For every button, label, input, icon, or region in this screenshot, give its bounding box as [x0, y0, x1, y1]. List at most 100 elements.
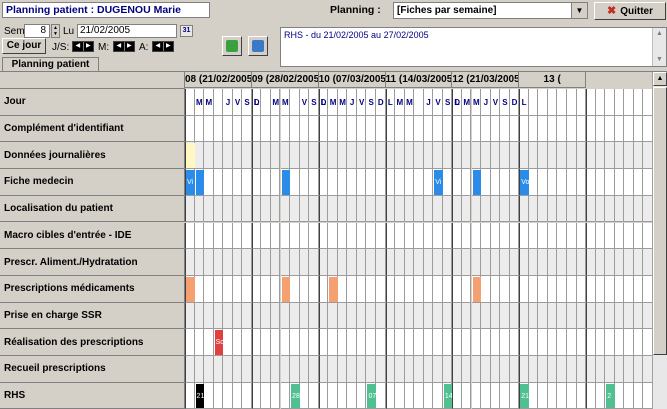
- day-cell[interactable]: [356, 329, 367, 356]
- day-cell[interactable]: [270, 195, 281, 223]
- week-header[interactable]: 11 (14/03/2005): [385, 72, 453, 88]
- day-cell[interactable]: [270, 329, 281, 356]
- day-cell[interactable]: [481, 382, 491, 409]
- planning-entry[interactable]: [329, 276, 338, 302]
- day-cell[interactable]: [538, 195, 548, 223]
- day-cell[interactable]: [547, 195, 558, 223]
- day-cell[interactable]: [299, 249, 310, 276]
- planning-entry[interactable]: [186, 143, 195, 169]
- day-cell[interactable]: [414, 169, 424, 196]
- day-cell[interactable]: [309, 302, 319, 330]
- day-cell[interactable]: [223, 329, 233, 356]
- day-cell[interactable]: [595, 115, 606, 143]
- day-cell[interactable]: [347, 249, 357, 276]
- day-cell[interactable]: [385, 275, 396, 303]
- day-cell[interactable]: [557, 302, 567, 330]
- week-header[interactable]: 10 (07/03/2005): [318, 72, 386, 88]
- day-cell[interactable]: [557, 142, 567, 170]
- day-cell[interactable]: [433, 329, 443, 356]
- day-cell[interactable]: [624, 249, 634, 276]
- day-cell[interactable]: [261, 195, 271, 223]
- day-cell[interactable]: [242, 356, 252, 383]
- day-cell[interactable]: [242, 222, 252, 250]
- day-cell[interactable]: [423, 249, 434, 276]
- day-cell[interactable]: [567, 356, 577, 383]
- day-cell[interactable]: [251, 382, 262, 409]
- day-cell[interactable]: [251, 302, 262, 330]
- day-cell[interactable]: [595, 142, 606, 170]
- day-cell[interactable]: [318, 195, 329, 223]
- day-cell[interactable]: [461, 275, 472, 303]
- day-cell[interactable]: [299, 115, 310, 143]
- day-cell[interactable]: [538, 302, 548, 330]
- day-cell[interactable]: [261, 275, 271, 303]
- day-cell[interactable]: [624, 89, 634, 116]
- day-cell[interactable]: [509, 195, 520, 223]
- day-cell[interactable]: [385, 382, 396, 409]
- day-cell[interactable]: [194, 222, 205, 250]
- day-cell[interactable]: [471, 302, 482, 330]
- day-cell[interactable]: [423, 275, 434, 303]
- day-cell[interactable]: [242, 329, 252, 356]
- day-cell[interactable]: [356, 302, 367, 330]
- day-cell[interactable]: [337, 382, 348, 409]
- day-cell[interactable]: [471, 222, 482, 250]
- day-cell[interactable]: [337, 356, 348, 383]
- day-cell[interactable]: [614, 329, 625, 356]
- day-cell[interactable]: [576, 89, 587, 116]
- day-cell[interactable]: [232, 142, 243, 170]
- day-cell[interactable]: [395, 169, 405, 196]
- prev-icon[interactable]: ◀: [153, 42, 164, 51]
- day-cell[interactable]: [204, 169, 214, 196]
- day-cell[interactable]: [270, 302, 281, 330]
- day-cell[interactable]: [481, 275, 491, 303]
- day-cell[interactable]: [404, 356, 415, 383]
- day-cell[interactable]: [423, 195, 434, 223]
- prev-icon[interactable]: ◀: [73, 42, 84, 51]
- day-cell[interactable]: [366, 195, 376, 223]
- day-cell[interactable]: [366, 329, 376, 356]
- day-cell[interactable]: [299, 382, 310, 409]
- day-cell[interactable]: [290, 302, 300, 330]
- day-cell[interactable]: [280, 115, 291, 143]
- day-cell[interactable]: [605, 89, 615, 116]
- day-cell[interactable]: [404, 169, 415, 196]
- day-cell[interactable]: [328, 382, 338, 409]
- day-cell[interactable]: [586, 302, 596, 330]
- day-cell[interactable]: [376, 169, 386, 196]
- day-cell[interactable]: [232, 329, 243, 356]
- day-cell[interactable]: [481, 302, 491, 330]
- day-cell[interactable]: [280, 329, 291, 356]
- day-cell[interactable]: [576, 329, 587, 356]
- day-cell[interactable]: [414, 275, 424, 303]
- day-cell[interactable]: [242, 142, 252, 170]
- day-cell[interactable]: [376, 275, 386, 303]
- day-cell[interactable]: [251, 329, 262, 356]
- day-cell[interactable]: [261, 382, 271, 409]
- rhs-scrollbar[interactable]: ▲ ▼: [652, 28, 666, 66]
- day-cell[interactable]: [624, 382, 634, 409]
- day-cell[interactable]: [414, 302, 424, 330]
- day-cell[interactable]: [423, 329, 434, 356]
- day-cell[interactable]: [337, 195, 348, 223]
- day-cell[interactable]: [404, 222, 415, 250]
- day-cell[interactable]: [194, 356, 205, 383]
- day-cell[interactable]: [404, 195, 415, 223]
- day-cell[interactable]: [356, 115, 367, 143]
- day-cell[interactable]: [423, 169, 434, 196]
- day-cell[interactable]: [270, 382, 281, 409]
- day-cell[interactable]: [481, 195, 491, 223]
- day-cell[interactable]: [490, 302, 501, 330]
- day-cell[interactable]: [567, 249, 577, 276]
- day-cell[interactable]: [528, 302, 539, 330]
- day-cell[interactable]: [204, 222, 214, 250]
- day-cell[interactable]: [490, 169, 501, 196]
- day-cell[interactable]: [261, 302, 271, 330]
- day-cell[interactable]: [213, 275, 224, 303]
- day-cell[interactable]: [290, 169, 300, 196]
- day-cell[interactable]: [538, 329, 548, 356]
- day-cell[interactable]: [318, 115, 329, 143]
- day-cell[interactable]: [605, 275, 615, 303]
- day-cell[interactable]: [337, 249, 348, 276]
- day-cell[interactable]: [576, 115, 587, 143]
